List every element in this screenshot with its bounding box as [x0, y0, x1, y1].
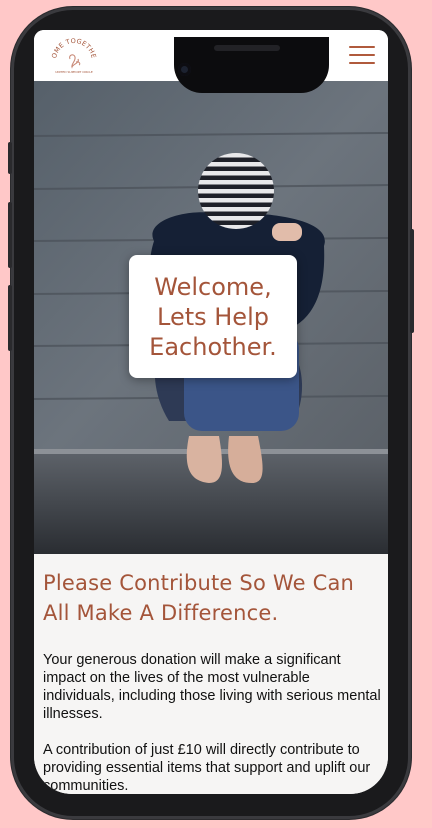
hero-section: Welcome, Lets Help Eachother.	[34, 81, 388, 554]
speaker-grille	[214, 45, 280, 51]
content-section: Please Contribute So We Can All Make A D…	[34, 554, 388, 794]
mute-switch	[8, 142, 12, 174]
menu-line	[349, 54, 375, 56]
volume-up-button	[8, 202, 12, 268]
contribute-headline: Please Contribute So We Can All Make A D…	[43, 571, 355, 625]
svg-text:UNITED SUPPORT CIRCLE: UNITED SUPPORT CIRCLE	[55, 70, 93, 74]
front-camera	[178, 63, 191, 76]
hamburger-menu-icon[interactable]	[349, 44, 375, 66]
site-logo[interactable]: COME TOGETHER UNITED SUPPORT CIRCLE	[48, 31, 98, 77]
power-button	[410, 229, 414, 333]
logo-icon: COME TOGETHER UNITED SUPPORT CIRCLE	[48, 31, 98, 74]
contribution-paragraph: A contribution of just £10 will directly…	[43, 742, 371, 794]
menu-line	[349, 62, 375, 64]
phone-screen: COME TOGETHER UNITED SUPPORT CIRCLE	[34, 30, 388, 794]
welcome-card: Welcome, Lets Help Eachother.	[129, 255, 297, 378]
menu-line	[349, 46, 375, 48]
welcome-text: Welcome, Lets Help Eachother.	[149, 272, 277, 361]
donation-impact-paragraph: Your generous donation will make a signi…	[43, 652, 381, 722]
volume-down-button	[8, 285, 12, 351]
